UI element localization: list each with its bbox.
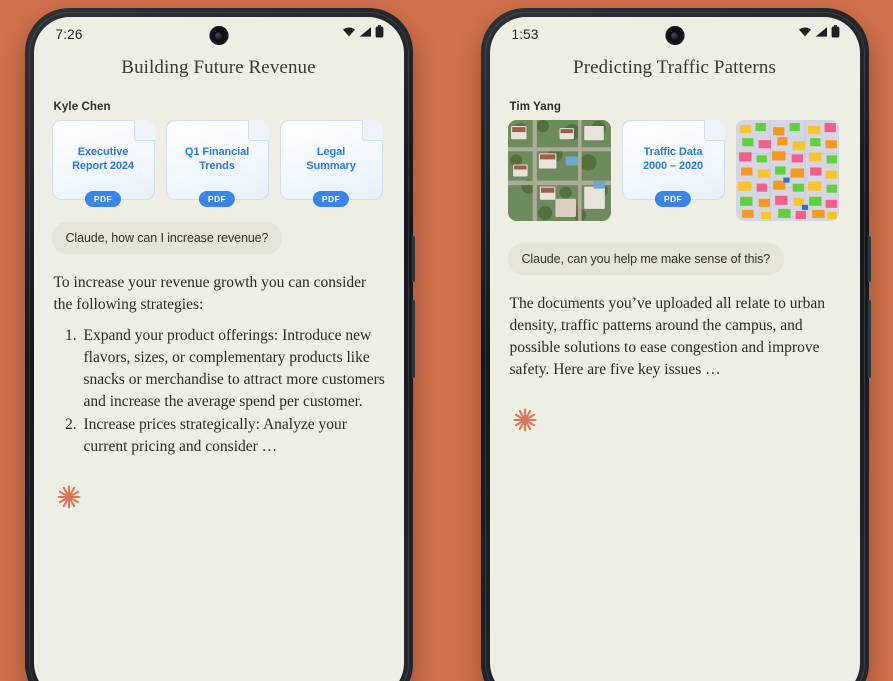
pdf-document-card[interactable]: Traffic Data 2000 – 2020 PDF xyxy=(621,120,725,207)
pdf-document-title: Legal Summary xyxy=(306,146,356,172)
assistant-response-intro: The documents you’ve uploaded all relate… xyxy=(509,295,826,378)
pdf-format-badge: PDF xyxy=(198,191,236,207)
message-author-name: Kyle Chen xyxy=(53,101,111,113)
phone-device-right: 1:53 Predicting Traffic Patterns Tim Yan… xyxy=(480,8,871,681)
chat-content-right: Predicting Traffic Patterns Tim Yang Tra… xyxy=(490,57,860,433)
attachment-list: Executive Report 2024 PDF Q1 Financial Tre… xyxy=(51,120,386,207)
sticky-notes-board-photo[interactable] xyxy=(735,120,839,221)
front-camera-cutout xyxy=(209,26,228,45)
attachment-list: Traffic Data 2000 – 2020 PDF xyxy=(507,120,842,221)
status-icon-group xyxy=(798,25,840,43)
front-camera-cutout xyxy=(665,26,684,45)
page-fold-corner-icon xyxy=(703,120,725,141)
status-clock: 7:26 xyxy=(55,26,83,42)
claude-asterisk-icon xyxy=(512,407,538,433)
power-button[interactable] xyxy=(411,236,415,282)
battery-icon xyxy=(375,25,384,43)
cellular-signal-icon xyxy=(359,25,372,43)
assistant-response: To increase your revenue growth you can … xyxy=(54,272,386,458)
aerial-campus-photo[interactable] xyxy=(507,120,611,221)
assistant-response: The documents you’ve uploaded all relate… xyxy=(510,293,842,381)
battery-icon xyxy=(831,25,840,43)
wifi-icon xyxy=(798,25,812,43)
phone-device-left: 7:26 Building Future Revenue Kyle Chen E… xyxy=(24,8,415,681)
attachment-item[interactable]: Traffic Data 2000 – 2020 PDF xyxy=(621,120,725,221)
message-author-name: Tim Yang xyxy=(509,101,562,113)
pdf-document-title: Executive Report 2024 xyxy=(72,146,134,172)
chat-title: Building Future Revenue xyxy=(121,57,316,78)
list-item: Increase prices strategically: Analyze y… xyxy=(81,414,386,458)
chat-content-left: Building Future Revenue Kyle Chen Execut… xyxy=(34,57,404,510)
user-message-row: Claude, can you help me make sense of th… xyxy=(507,243,842,275)
chat-title: Predicting Traffic Patterns xyxy=(573,57,776,78)
phone-screen-left: 7:26 Building Future Revenue Kyle Chen E… xyxy=(33,17,404,681)
status-clock: 1:53 xyxy=(511,26,539,42)
page-fold-corner-icon xyxy=(247,120,269,141)
attachment-item[interactable]: Executive Report 2024 PDF xyxy=(51,120,155,207)
user-message-bubble: Claude, can you help me make sense of th… xyxy=(507,243,785,275)
pdf-document-title: Q1 Financial Trends xyxy=(184,146,250,172)
assistant-response-intro: To increase your revenue growth you can … xyxy=(53,274,367,313)
page-fold-corner-icon xyxy=(361,120,383,141)
attachment-item[interactable]: Legal Summary PDF xyxy=(279,120,383,207)
power-button[interactable] xyxy=(867,236,871,282)
phone-showcase: 7:26 Building Future Revenue Kyle Chen E… xyxy=(0,0,893,681)
pdf-format-badge: PDF xyxy=(312,191,350,207)
pdf-document-title: Traffic Data 2000 – 2020 xyxy=(642,146,704,172)
pdf-format-badge: PDF xyxy=(84,191,122,207)
wifi-icon xyxy=(342,25,356,43)
page-fold-corner-icon xyxy=(133,120,155,141)
claude-asterisk-icon xyxy=(56,484,82,510)
status-icon-group xyxy=(342,25,384,43)
attachment-item[interactable]: Q1 Financial Trends PDF xyxy=(165,120,269,207)
status-bar: 7:26 xyxy=(34,17,404,51)
assistant-response-list: Expand your product offerings: Introduce… xyxy=(54,325,386,458)
volume-button[interactable] xyxy=(411,300,415,378)
pdf-document-card[interactable]: Q1 Financial Trends PDF xyxy=(165,120,269,207)
pdf-document-card[interactable]: Legal Summary PDF xyxy=(279,120,383,207)
user-message-bubble: Claude, how can I increase revenue? xyxy=(51,222,283,254)
pdf-document-card[interactable]: Executive Report 2024 PDF xyxy=(51,120,155,207)
cellular-signal-icon xyxy=(815,25,828,43)
list-item: Expand your product offerings: Introduce… xyxy=(81,325,386,413)
phone-screen-right: 1:53 Predicting Traffic Patterns Tim Yan… xyxy=(489,17,860,681)
user-message-row: Claude, how can I increase revenue? xyxy=(51,222,386,254)
volume-button[interactable] xyxy=(867,300,871,378)
pdf-format-badge: PDF xyxy=(654,191,692,207)
status-bar: 1:53 xyxy=(490,17,860,51)
